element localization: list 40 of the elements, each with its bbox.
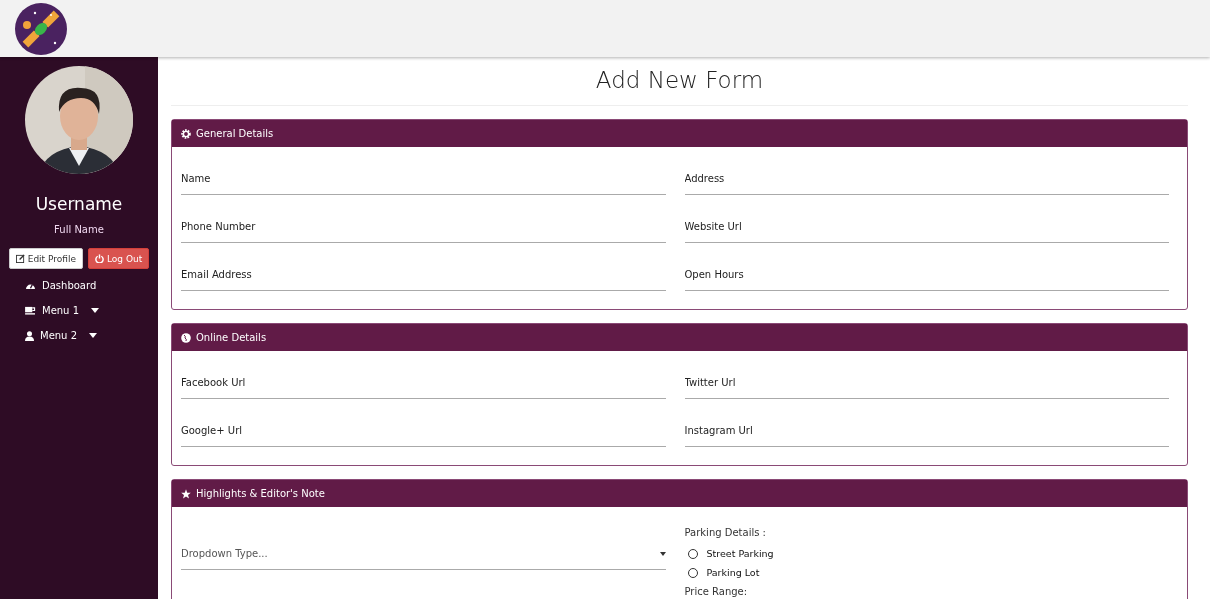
caret-icon (89, 333, 97, 338)
star-icon (181, 488, 191, 499)
input-field[interactable]: Instagram Url (684, 415, 1169, 447)
edit-icon (15, 254, 25, 263)
log-out-button[interactable]: Log Out (88, 248, 150, 269)
caret-icon (91, 308, 99, 313)
globe-icon (181, 332, 191, 343)
input-field[interactable]: Google+ Url (181, 415, 666, 447)
parking-label: Parking Details : (684, 527, 767, 538)
input-field[interactable]: Open Hours (684, 259, 1169, 291)
username: Username (35, 194, 123, 214)
page-title: Add New Form (171, 67, 1188, 106)
menu-item[interactable]: Menu 2 (25, 323, 158, 348)
input-field[interactable]: Phone Number (181, 211, 666, 243)
input-field[interactable]: Twitter Url (684, 367, 1169, 399)
gear-icon (181, 128, 191, 139)
input-field[interactable]: Name (181, 163, 666, 195)
edit-profile-button[interactable]: Edit Profile (8, 248, 83, 269)
power-icon (95, 254, 104, 263)
input-field[interactable]: Email Address (181, 259, 666, 291)
price-range-label: Price Range: (684, 586, 749, 597)
full-name: Full Name (54, 224, 104, 235)
input-field[interactable]: Website Url (684, 211, 1169, 243)
menu-label: Dashboard (42, 280, 97, 291)
caret-icon (659, 551, 666, 556)
satellite-logo-icon[interactable] (15, 2, 67, 55)
user-icon (25, 330, 34, 341)
input-field[interactable]: Address (684, 163, 1169, 195)
menu-label: Menu 1 (42, 305, 79, 316)
dropdown-field[interactable]: Dropdown Type... (181, 538, 666, 570)
menu-label: Menu 2 (40, 330, 77, 341)
panel-title: Online Details (196, 332, 267, 343)
input-field[interactable]: Facebook Url (181, 367, 666, 399)
panel-title: General Details (196, 128, 274, 139)
radio-option[interactable]: Street Parking (684, 544, 1169, 563)
menu-item[interactable]: Dashboard (25, 273, 158, 298)
cup-icon (25, 306, 36, 315)
radio-option[interactable]: Parking Lot (684, 563, 1169, 582)
menu-item[interactable]: Menu 1 (25, 298, 158, 323)
panel-title: Highlights & Editor's Note (196, 488, 325, 499)
